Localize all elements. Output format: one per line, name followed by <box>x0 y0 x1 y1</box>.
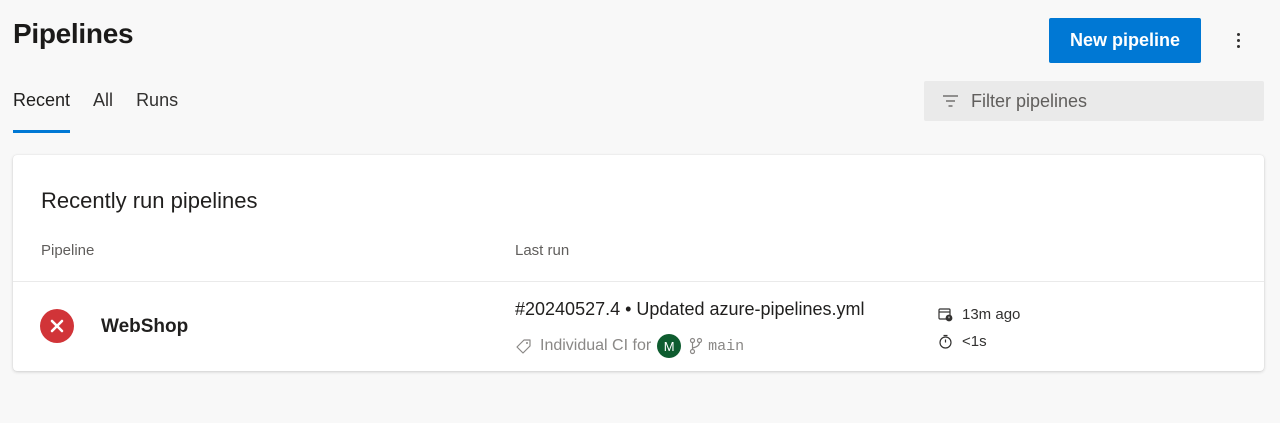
tag-icon <box>516 338 531 354</box>
recent-pipelines-card: Recently run pipelines Pipeline Last run… <box>13 155 1264 371</box>
run-meta: Individual CI for M main <box>515 334 744 358</box>
filter-input[interactable] <box>971 90 1241 112</box>
run-title[interactable]: #20240527.4 • Updated azure-pipelines.ym… <box>515 299 865 320</box>
time-ago: 13m ago <box>962 306 1021 323</box>
pipeline-name[interactable]: WebShop <box>101 316 188 338</box>
trigger-reason: Individual CI for <box>540 337 652 354</box>
failed-status-icon <box>40 309 74 343</box>
column-header-pipeline: Pipeline <box>41 242 95 259</box>
run-duration: <1s <box>962 333 987 350</box>
stopwatch-icon <box>939 334 952 349</box>
pipeline-row[interactable]: WebShop #20240527.4 • Updated azure-pipe… <box>13 282 1264 371</box>
page-title: Pipelines <box>13 18 134 49</box>
filter-icon <box>943 95 958 107</box>
branch-name[interactable]: main <box>708 338 744 355</box>
filter-box[interactable] <box>924 81 1264 121</box>
card-title: Recently run pipelines <box>41 188 258 213</box>
tab-runs[interactable]: Runs <box>136 90 178 133</box>
more-dot-icon <box>1236 38 1240 42</box>
more-dot-icon <box>1236 44 1240 48</box>
avatar[interactable]: M <box>657 334 682 358</box>
tab-recent[interactable]: Recent <box>13 90 71 133</box>
pipeline-tabs: Recent All Runs <box>13 90 201 133</box>
calendar-clock-icon <box>938 308 953 322</box>
pipelines-page: Pipelines New pipeline Recent All Runs R… <box>0 0 1280 423</box>
branch-icon <box>690 337 703 355</box>
column-header-last-run: Last run <box>515 242 570 259</box>
run-time-info: 13m ago <1s <box>938 301 1020 355</box>
more-dot-icon <box>1236 32 1240 36</box>
more-actions-button[interactable] <box>1224 26 1252 54</box>
tab-all[interactable]: All <box>93 90 113 133</box>
new-pipeline-button[interactable]: New pipeline <box>1049 18 1201 63</box>
